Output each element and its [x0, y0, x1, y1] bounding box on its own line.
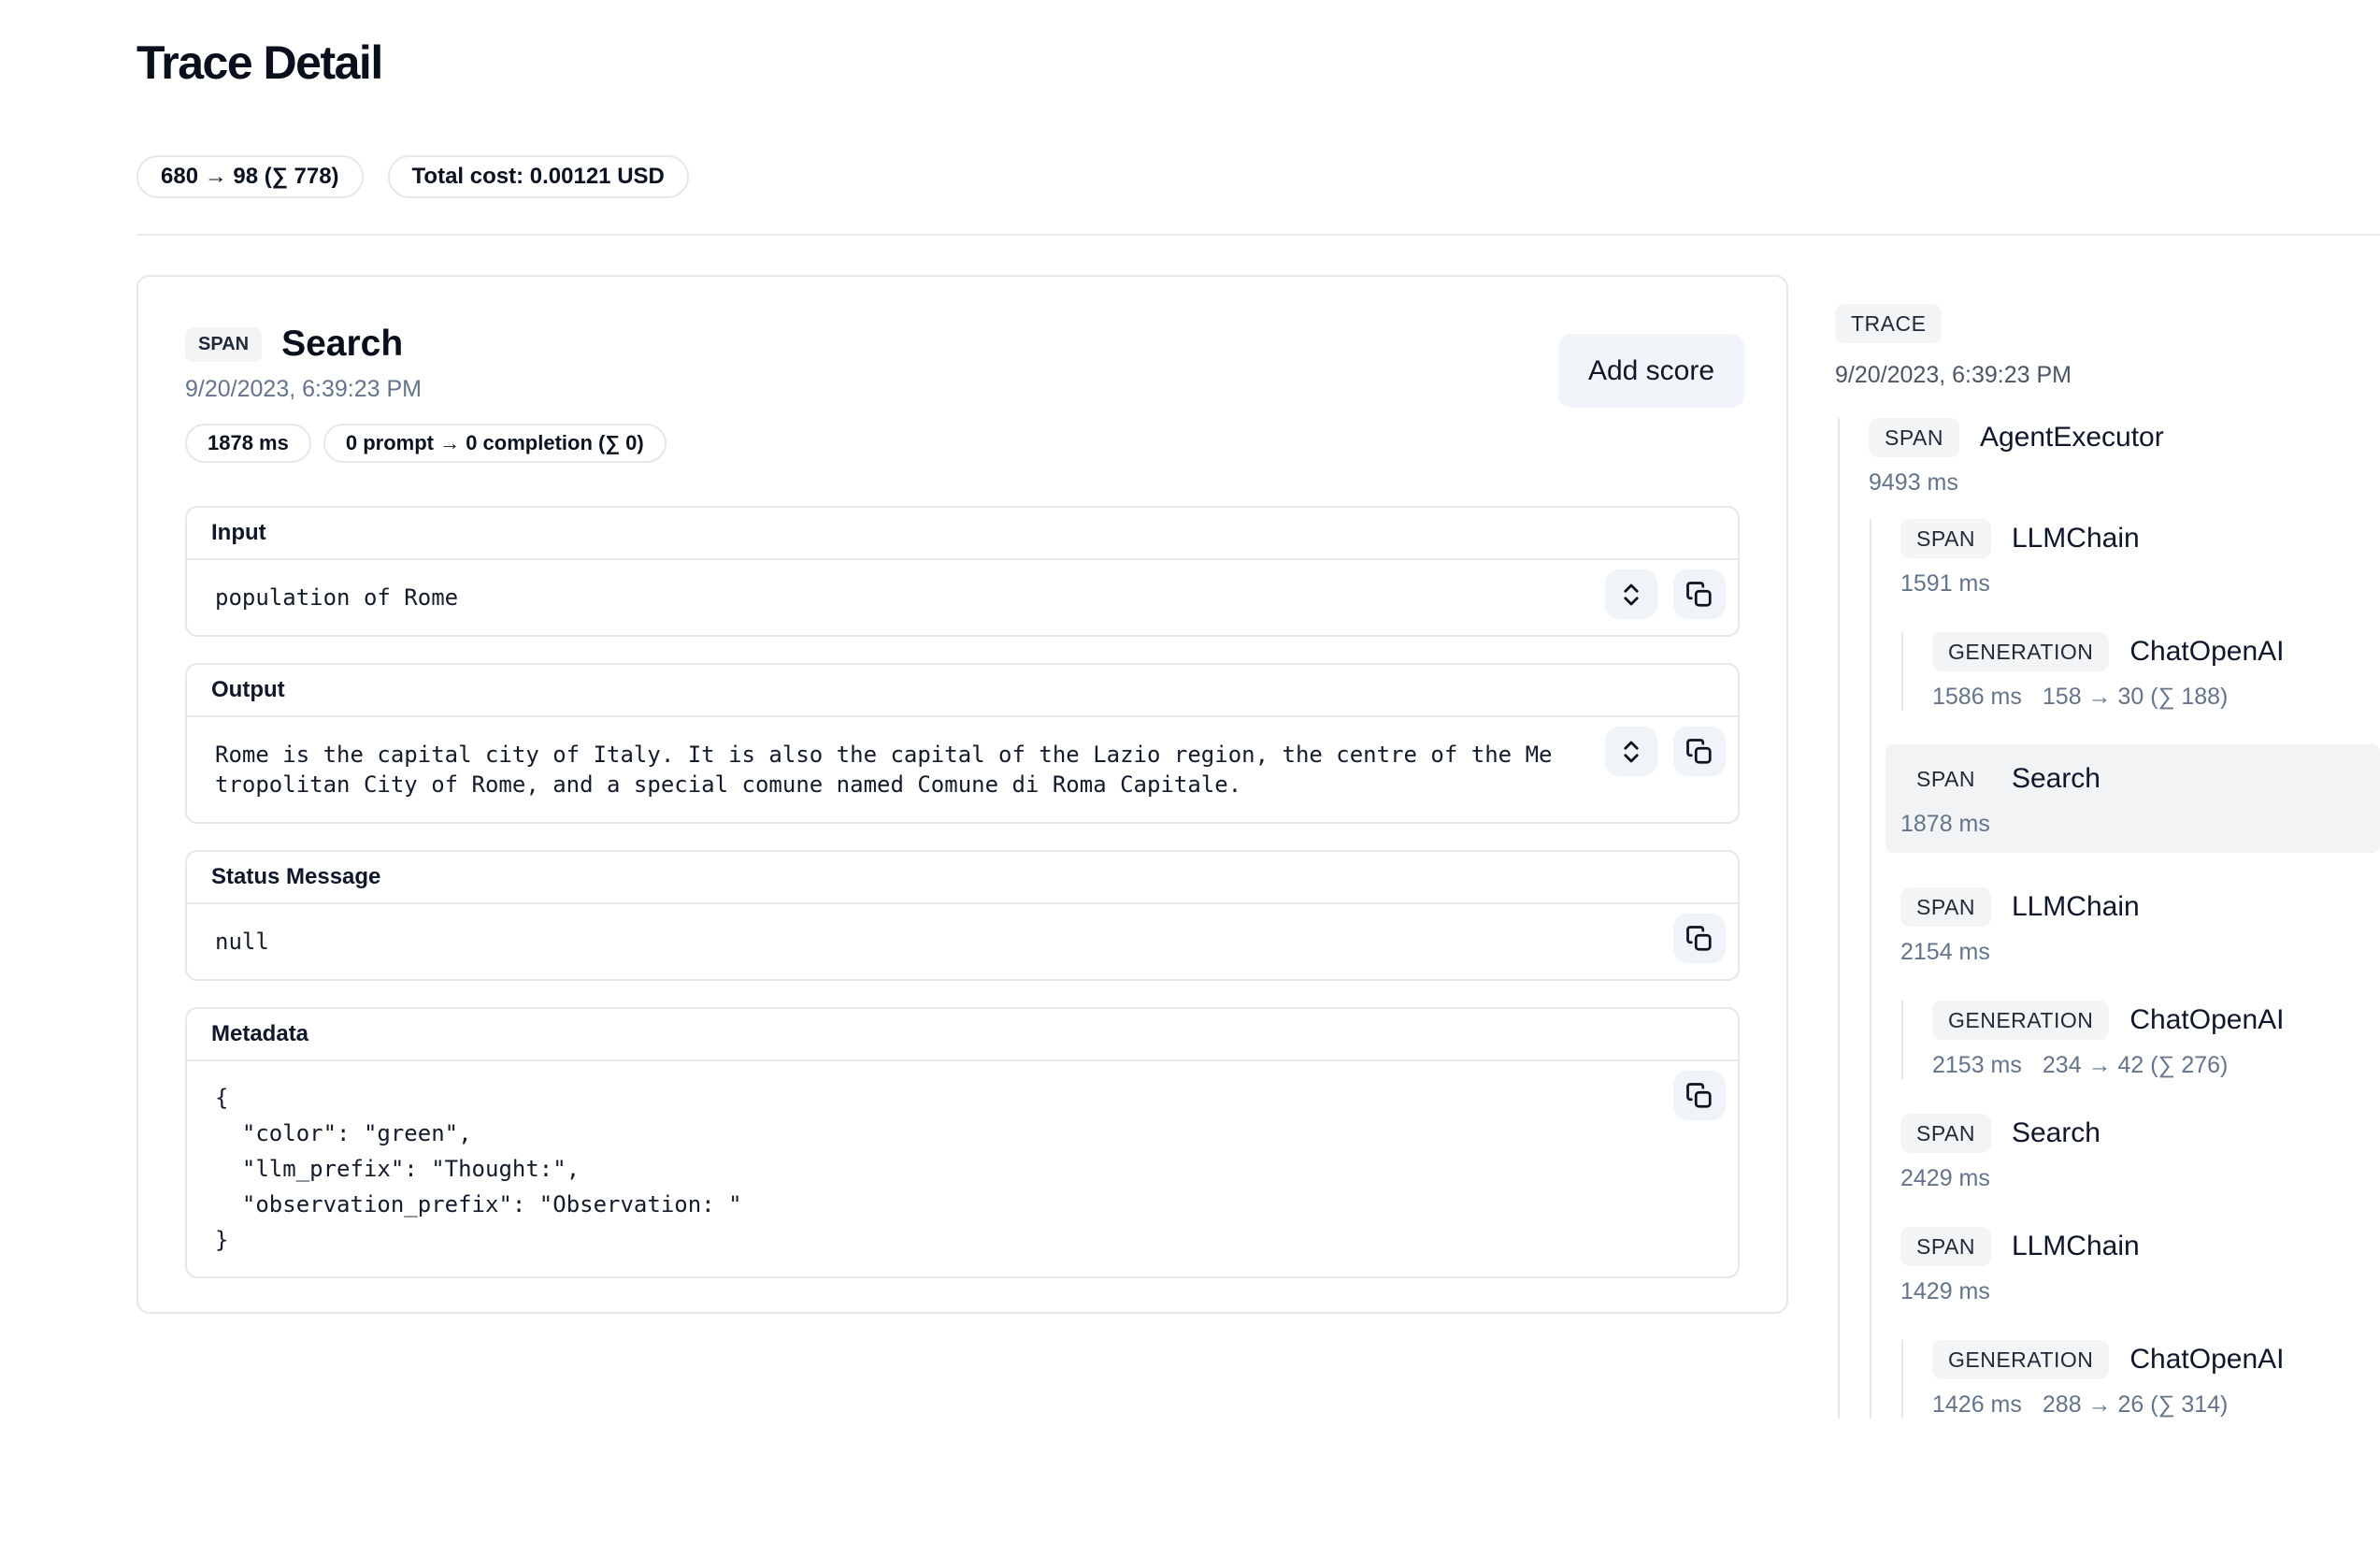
copy-button[interactable]: [1673, 914, 1726, 963]
page-title: Trace Detail: [136, 36, 2380, 90]
metadata-section: Metadata { "color": "green", "llm_prefix…: [185, 1007, 1740, 1278]
generation-type-badge: GENERATION: [1932, 1001, 2109, 1040]
trace-tree: SPAN AgentExecutor 9493 ms SPAN LLMChain…: [1838, 418, 2380, 1419]
tree-node-llmchain-2[interactable]: SPAN LLMChain 2154 ms: [1900, 887, 2380, 966]
input-section: Input population of Rome: [185, 506, 1740, 637]
span-type-badge: SPAN: [1900, 1227, 1991, 1266]
latency-badge: 1878 ms: [185, 424, 311, 463]
node-name: ChatOpenAI: [2129, 636, 2284, 668]
node-name: ChatOpenAI: [2129, 1004, 2284, 1036]
status-message-section: Status Message null: [185, 850, 1740, 981]
tree-node-agentexecutor[interactable]: SPAN AgentExecutor 9493 ms SPAN LLMChain…: [1869, 418, 2380, 1419]
chevrons-up-down-icon: [1617, 738, 1645, 766]
tree-node-llmchain-1[interactable]: SPAN LLMChain 1591 ms: [1900, 519, 2380, 598]
copy-icon: [1685, 1082, 1713, 1110]
llmchain-2-children: GENERATION ChatOpenAI 2153 ms 234 → 42 (…: [1901, 1001, 2380, 1079]
copy-icon: [1685, 581, 1713, 609]
span-type-badge: SPAN: [1900, 887, 1991, 927]
expand-button[interactable]: [1605, 727, 1657, 776]
node-duration: 2154 ms: [1900, 939, 1990, 966]
node-token-usage: 234 → 42 (∑ 276): [2043, 1052, 2229, 1079]
node-name: LLMChain: [2012, 523, 2140, 555]
expand-button[interactable]: [1605, 569, 1657, 619]
node-name: AgentExecutor: [1980, 422, 2164, 454]
node-duration: 1586 ms: [1932, 684, 2022, 711]
node-duration: 1591 ms: [1900, 570, 1990, 598]
token-usage-badge: 680 → 98 (∑ 778): [136, 155, 364, 198]
status-message-content: null: [215, 927, 1559, 957]
span-type-badge: SPAN: [1869, 418, 1959, 457]
add-score-button[interactable]: Add score: [1558, 334, 1744, 408]
node-name: Search: [2012, 1117, 2100, 1149]
copy-button[interactable]: [1673, 569, 1726, 619]
node-duration: 9493 ms: [1869, 469, 1958, 497]
llmchain-1-children: GENERATION ChatOpenAI 1586 ms 158 → 30 (…: [1901, 632, 2380, 711]
tree-node-search-2[interactable]: SPAN Search 2429 ms: [1900, 1114, 2380, 1192]
trace-type-badge: TRACE: [1835, 304, 1942, 343]
header-separator: [136, 234, 2380, 236]
input-section-title: Input: [187, 508, 1738, 560]
input-content: population of Rome: [215, 583, 1559, 612]
node-token-usage: 288 → 26 (∑ 314): [2043, 1391, 2229, 1419]
status-message-title: Status Message: [187, 852, 1738, 904]
output-section: Output Rome is the capital city of Italy…: [185, 663, 1740, 824]
llmchain-3-children: GENERATION ChatOpenAI 1426 ms 288 → 26 (…: [1901, 1340, 2380, 1419]
metadata-content: { "color": "green", "llm_prefix": "Thoug…: [215, 1080, 1559, 1258]
span-type-badge: SPAN: [1900, 519, 1991, 558]
total-cost-badge: Total cost: 0.00121 USD: [388, 155, 689, 198]
observation-type-badge: SPAN: [185, 327, 262, 362]
chevrons-up-down-icon: [1617, 581, 1645, 609]
node-duration: 1429 ms: [1900, 1278, 1990, 1305]
copy-icon: [1685, 738, 1713, 766]
tree-node-generation-2[interactable]: GENERATION ChatOpenAI 2153 ms 234 → 42 (…: [1932, 1001, 2380, 1079]
node-token-usage: 158 → 30 (∑ 188): [2043, 684, 2229, 711]
node-name: LLMChain: [2012, 891, 2140, 923]
output-section-title: Output: [187, 665, 1738, 717]
trace-detail-page: Trace Detail 680 → 98 (∑ 778) Total cost…: [0, 0, 2380, 1419]
tree-node-generation-1[interactable]: GENERATION ChatOpenAI 1586 ms 158 → 30 (…: [1932, 632, 2380, 711]
observation-name: Search: [281, 324, 403, 365]
trace-summary-badges: 680 → 98 (∑ 778) Total cost: 0.00121 USD: [136, 155, 2380, 198]
span-type-badge: SPAN: [1900, 1114, 1991, 1153]
node-name: ChatOpenAI: [2129, 1344, 2284, 1376]
tree-node-search-1-selected[interactable]: SPAN Search 1878 ms: [1885, 744, 2380, 853]
copy-icon: [1685, 925, 1713, 953]
copy-button[interactable]: [1673, 1071, 1726, 1120]
trace-tree-panel: TRACE 9/20/2023, 6:39:23 PM SPAN AgentEx…: [1835, 275, 2380, 1419]
span-type-badge: SPAN: [1900, 759, 1991, 799]
node-duration: 1878 ms: [1900, 811, 1990, 838]
node-name: Search: [2012, 763, 2100, 795]
observation-datetime: 9/20/2023, 6:39:23 PM: [185, 376, 1740, 403]
node-duration: 2153 ms: [1932, 1052, 2022, 1079]
metadata-title: Metadata: [187, 1009, 1738, 1061]
node-duration: 1426 ms: [1932, 1391, 2022, 1419]
node-duration: 2429 ms: [1900, 1165, 1990, 1192]
output-content: Rome is the capital city of Italy. It is…: [215, 740, 1559, 800]
trace-datetime: 9/20/2023, 6:39:23 PM: [1835, 362, 2380, 389]
copy-button[interactable]: [1673, 727, 1726, 776]
generation-type-badge: GENERATION: [1932, 632, 2109, 671]
node-name: LLMChain: [2012, 1231, 2140, 1262]
generation-type-badge: GENERATION: [1932, 1340, 2109, 1379]
observation-card: SPAN Search 9/20/2023, 6:39:23 PM 1878 m…: [136, 275, 1788, 1314]
observation-token-badge: 0 prompt → 0 completion (∑ 0): [323, 424, 667, 463]
tree-node-llmchain-3[interactable]: SPAN LLMChain 1429 ms: [1900, 1227, 2380, 1305]
tree-node-generation-3[interactable]: GENERATION ChatOpenAI 1426 ms 288 → 26 (…: [1932, 1340, 2380, 1419]
agentexecutor-children: SPAN LLMChain 1591 ms GENERATION ChatOpe…: [1870, 519, 2380, 1419]
